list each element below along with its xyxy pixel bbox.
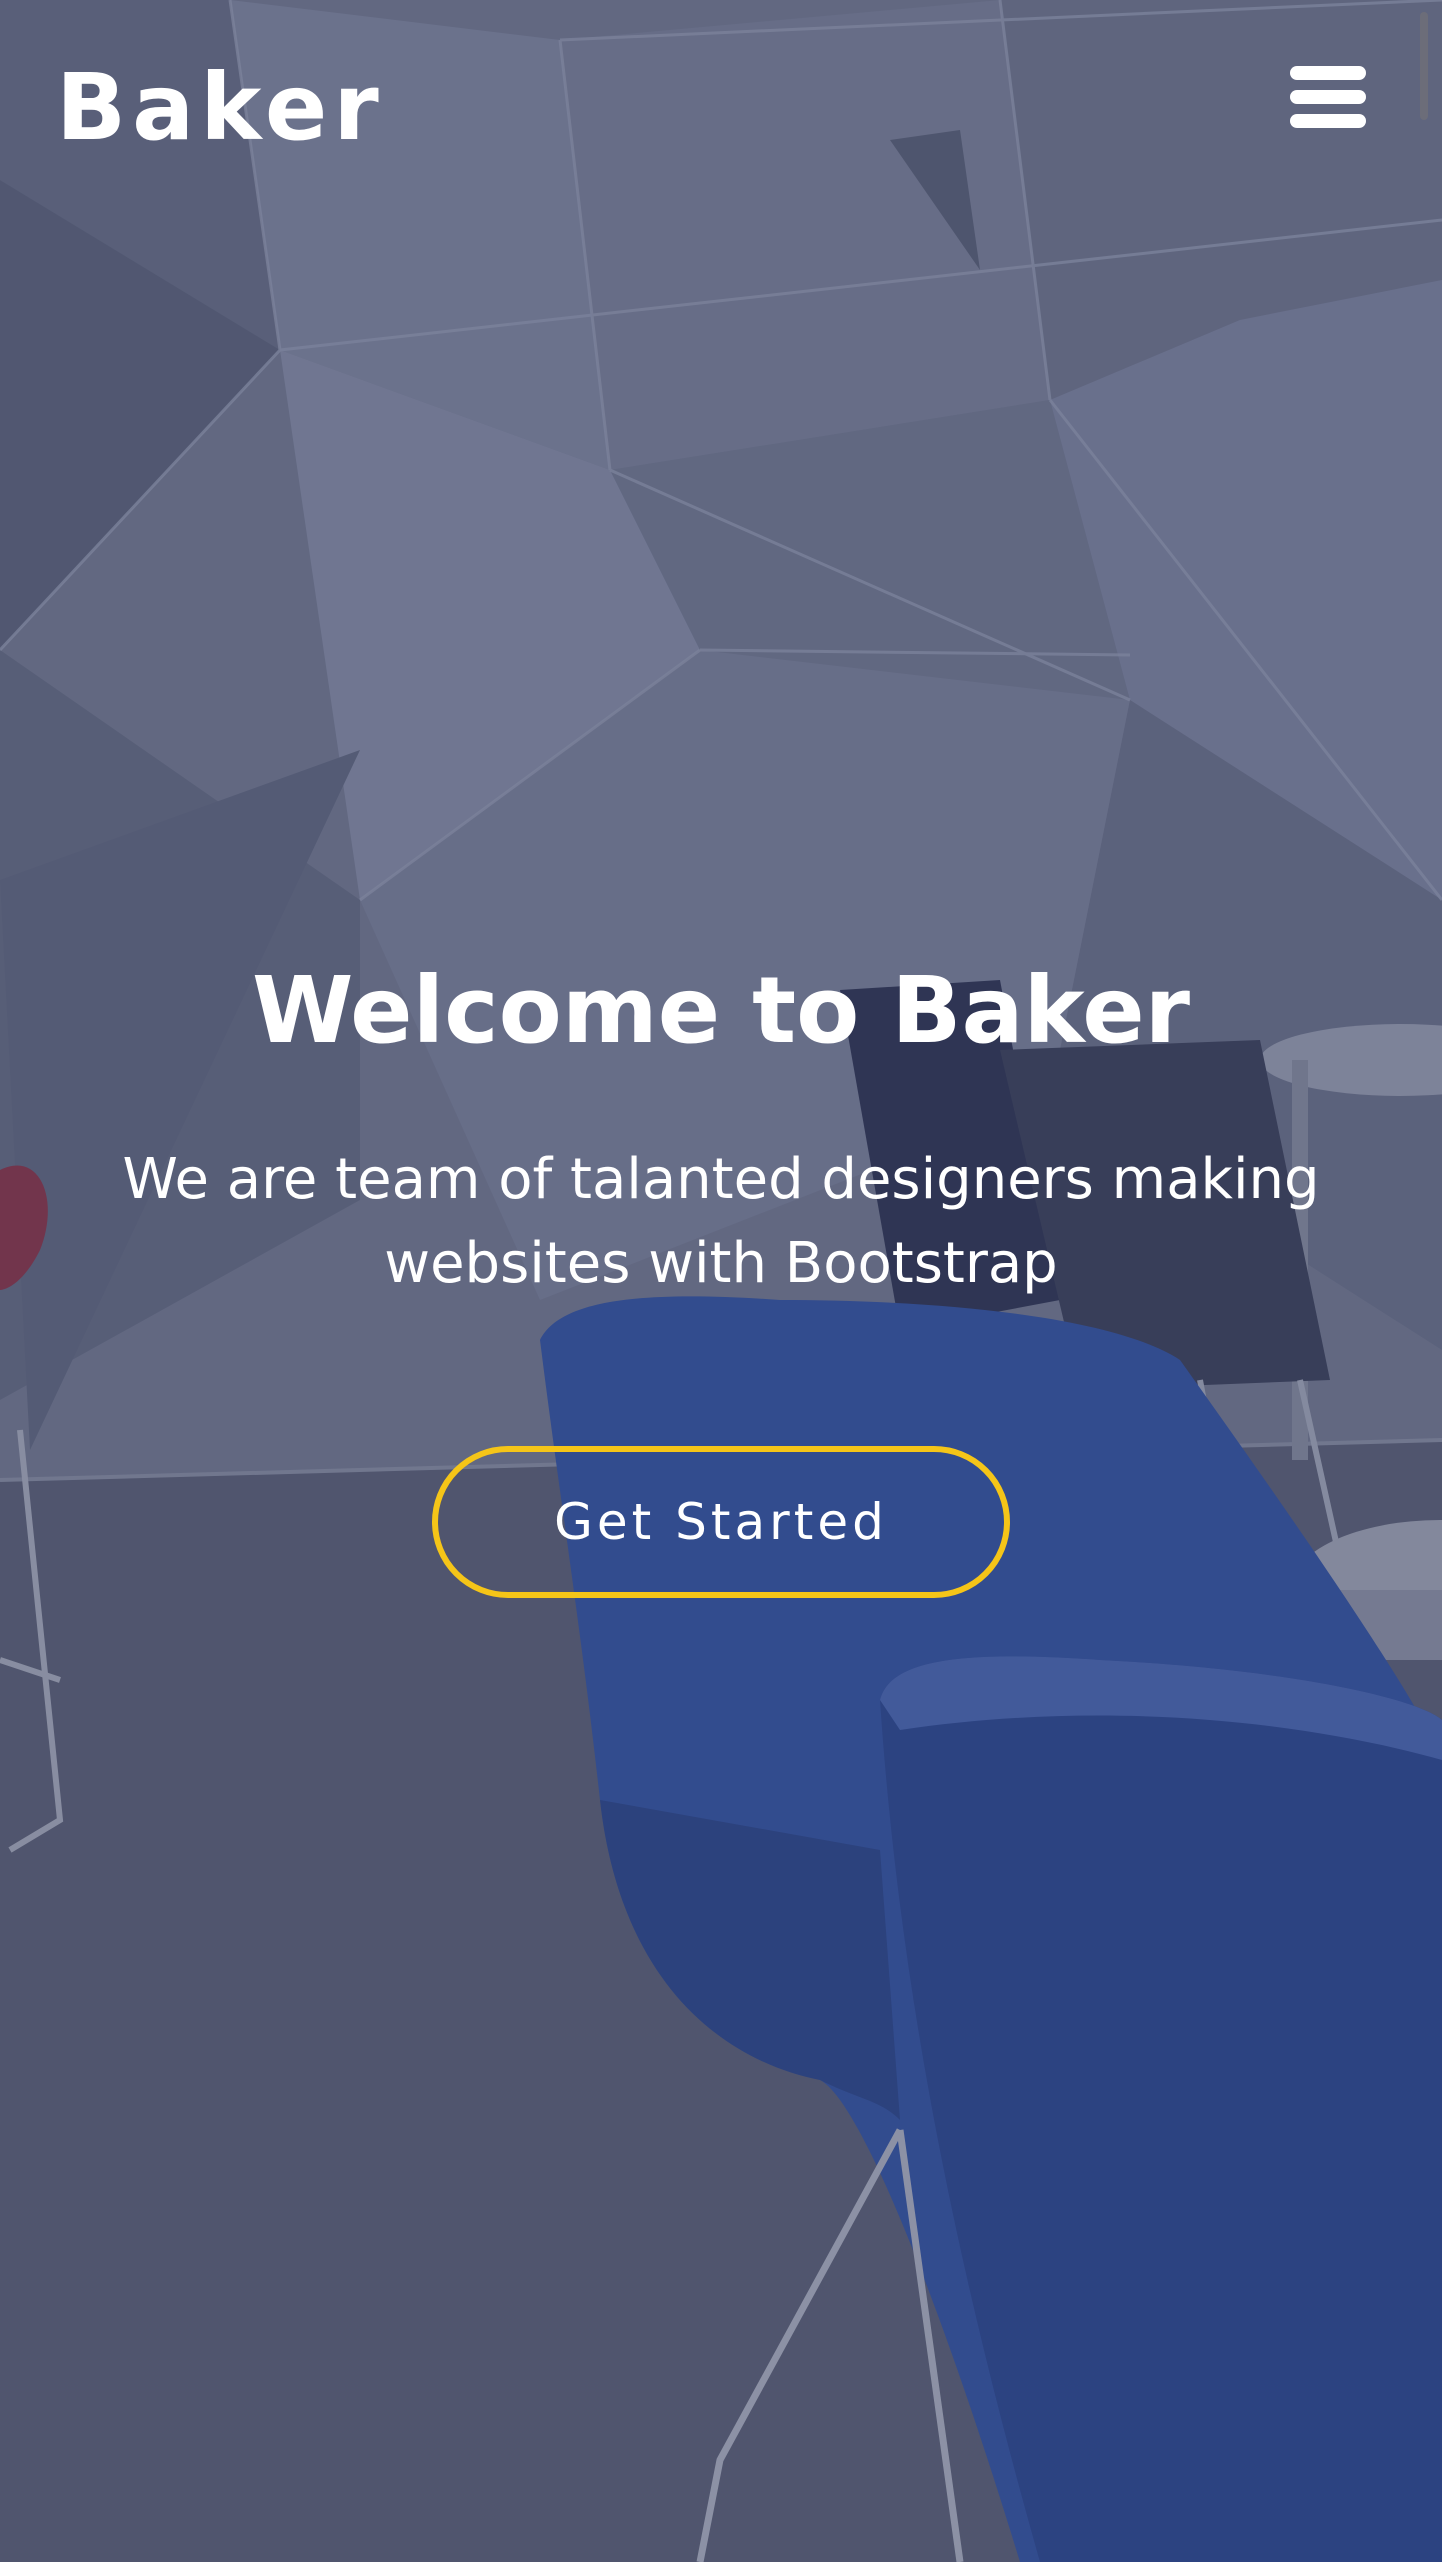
get-started-button[interactable]: Get Started [432,1446,1010,1598]
hero-subtitle: We are team of talanted designers making… [122,1147,1320,1296]
hero-section: Baker Welcome to Baker We are team of ta… [0,0,1442,2562]
menu-bar [1290,66,1366,80]
menu-bar [1290,114,1366,128]
hero-title: Welcome to Baker [251,957,1191,1064]
hamburger-menu-icon[interactable] [1290,66,1366,128]
scrollbar[interactable] [1420,12,1428,120]
menu-bar [1290,90,1366,104]
site-logo[interactable]: Baker [56,62,385,154]
